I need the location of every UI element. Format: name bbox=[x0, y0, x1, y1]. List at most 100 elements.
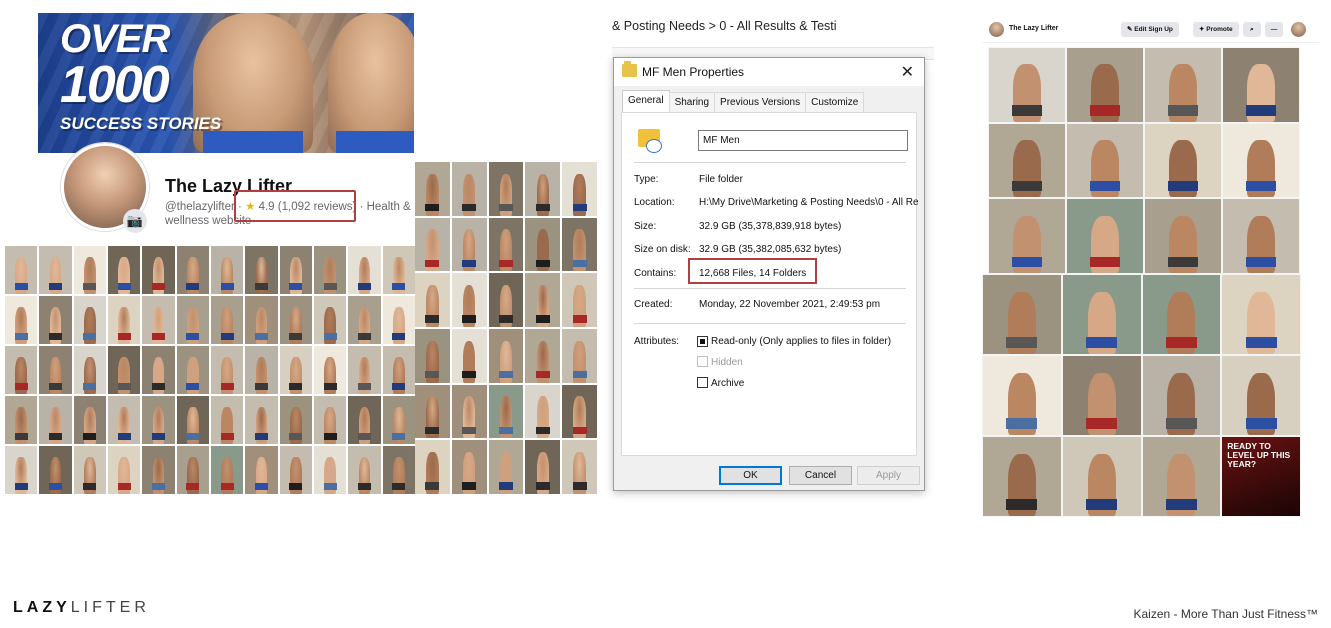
transformation-photo[interactable] bbox=[39, 346, 72, 394]
transformation-photo[interactable] bbox=[210, 296, 244, 344]
progress-photo[interactable] bbox=[989, 199, 1065, 273]
archive-checkbox[interactable] bbox=[697, 377, 708, 388]
transformation-photo[interactable] bbox=[488, 162, 524, 216]
progress-photo[interactable] bbox=[1222, 356, 1300, 435]
transformation-photo[interactable] bbox=[562, 273, 597, 327]
transformation-photo[interactable] bbox=[176, 446, 209, 494]
transformation-photo[interactable] bbox=[415, 217, 450, 272]
transformation-photo[interactable] bbox=[313, 446, 347, 494]
progress-photo[interactable] bbox=[1145, 199, 1221, 273]
transformation-photo[interactable] bbox=[5, 296, 38, 344]
transformation-photo[interactable] bbox=[525, 273, 561, 327]
transformation-photo[interactable] bbox=[348, 396, 381, 444]
progress-photo[interactable] bbox=[1062, 356, 1141, 435]
progress-photo[interactable] bbox=[1223, 123, 1299, 198]
transformation-photo[interactable] bbox=[279, 346, 312, 394]
transformation-photo[interactable] bbox=[73, 446, 106, 494]
transformation-photo[interactable] bbox=[279, 396, 312, 444]
transformation-photo[interactable] bbox=[313, 396, 347, 444]
transformation-photo[interactable] bbox=[451, 273, 487, 327]
transformation-photo[interactable] bbox=[245, 446, 278, 494]
transformation-photo[interactable] bbox=[488, 329, 524, 383]
progress-photo[interactable] bbox=[1067, 48, 1143, 122]
transformation-photo[interactable] bbox=[382, 346, 415, 394]
transformation-photo[interactable] bbox=[382, 296, 415, 344]
transformation-photo[interactable] bbox=[451, 217, 487, 272]
more-icon[interactable]: — bbox=[1265, 22, 1283, 37]
search-icon[interactable]: ⌕ bbox=[1243, 22, 1261, 37]
ok-button[interactable]: OK bbox=[719, 466, 782, 485]
transformation-photo[interactable] bbox=[313, 246, 347, 294]
edit-signup-button[interactable]: ✎ Edit Sign Up bbox=[1121, 22, 1179, 37]
progress-photo[interactable] bbox=[983, 356, 1061, 435]
transformation-photo[interactable] bbox=[382, 396, 415, 444]
transformation-photo[interactable] bbox=[210, 446, 244, 494]
transformation-photo[interactable] bbox=[415, 440, 450, 494]
transformation-photo[interactable] bbox=[73, 296, 106, 344]
transformation-photo[interactable] bbox=[142, 396, 175, 444]
transformation-photo[interactable] bbox=[142, 446, 175, 494]
camera-icon[interactable]: 📷 bbox=[123, 209, 147, 233]
transformation-photo[interactable] bbox=[562, 440, 597, 494]
transformation-photo[interactable] bbox=[313, 346, 347, 394]
dialog-titlebar[interactable]: MF Men Properties ✕ bbox=[614, 58, 924, 86]
transformation-photo[interactable] bbox=[5, 396, 38, 444]
transformation-photo[interactable] bbox=[488, 273, 524, 327]
transformation-photo[interactable] bbox=[382, 246, 415, 294]
progress-photo[interactable] bbox=[989, 123, 1065, 198]
hidden-checkbox[interactable] bbox=[697, 356, 708, 367]
progress-photo[interactable] bbox=[1062, 275, 1141, 354]
transformation-photo[interactable] bbox=[348, 346, 381, 394]
progress-photo[interactable] bbox=[1222, 275, 1300, 354]
transformation-photo[interactable] bbox=[107, 296, 141, 344]
transformation-photo[interactable] bbox=[348, 296, 381, 344]
transformation-photo[interactable] bbox=[348, 246, 381, 294]
transformation-photo[interactable] bbox=[562, 217, 597, 272]
account-avatar[interactable] bbox=[1291, 22, 1306, 37]
tab-customize[interactable]: Customize bbox=[805, 92, 865, 112]
transformation-photo[interactable] bbox=[5, 346, 38, 394]
transformation-photo[interactable] bbox=[525, 329, 561, 383]
tab-sharing[interactable]: Sharing bbox=[668, 92, 716, 112]
progress-photo[interactable] bbox=[983, 437, 1061, 516]
transformation-photo[interactable] bbox=[176, 396, 209, 444]
progress-photo[interactable] bbox=[1223, 48, 1299, 122]
transformation-photo[interactable] bbox=[488, 217, 524, 272]
progress-photo[interactable] bbox=[1142, 356, 1221, 435]
folder-name-input[interactable] bbox=[698, 130, 908, 151]
transformation-photo[interactable] bbox=[488, 440, 524, 494]
transformation-photo[interactable] bbox=[107, 396, 141, 444]
progress-photo[interactable] bbox=[983, 275, 1061, 354]
transformation-photo[interactable] bbox=[415, 384, 450, 439]
transformation-photo[interactable] bbox=[176, 246, 209, 294]
transformation-photo[interactable] bbox=[525, 440, 561, 494]
transformation-photo[interactable] bbox=[210, 246, 244, 294]
transformation-photo[interactable] bbox=[176, 296, 209, 344]
transformation-photo[interactable] bbox=[382, 446, 415, 494]
transformation-photo[interactable] bbox=[562, 329, 597, 383]
transformation-photo[interactable] bbox=[348, 446, 381, 494]
promote-button[interactable]: ✦ Promote bbox=[1193, 22, 1239, 37]
breadcrumb[interactable]: & Posting Needs > 0 - All Results & Test… bbox=[612, 19, 837, 33]
progress-photo[interactable] bbox=[1142, 437, 1221, 516]
transformation-photo[interactable] bbox=[39, 246, 72, 294]
transformation-photo[interactable] bbox=[525, 217, 561, 272]
progress-photo[interactable] bbox=[1142, 275, 1221, 354]
transformation-photo[interactable] bbox=[176, 346, 209, 394]
transformation-photo[interactable] bbox=[245, 246, 278, 294]
progress-photo[interactable] bbox=[1067, 199, 1143, 273]
transformation-photo[interactable] bbox=[245, 346, 278, 394]
transformation-photo[interactable] bbox=[415, 273, 450, 327]
transformation-photo[interactable] bbox=[210, 396, 244, 444]
tab-general[interactable]: General bbox=[622, 90, 670, 112]
transformation-photo[interactable] bbox=[39, 296, 72, 344]
transformation-photo[interactable] bbox=[5, 446, 38, 494]
mini-avatar[interactable] bbox=[989, 22, 1004, 37]
transformation-photo[interactable] bbox=[142, 346, 175, 394]
transformation-photo[interactable] bbox=[415, 329, 450, 383]
transformation-photo[interactable] bbox=[245, 296, 278, 344]
transformation-photo[interactable] bbox=[279, 246, 312, 294]
progress-photo[interactable] bbox=[1145, 123, 1221, 198]
cancel-button[interactable]: Cancel bbox=[789, 466, 852, 485]
transformation-photo[interactable] bbox=[488, 384, 524, 439]
